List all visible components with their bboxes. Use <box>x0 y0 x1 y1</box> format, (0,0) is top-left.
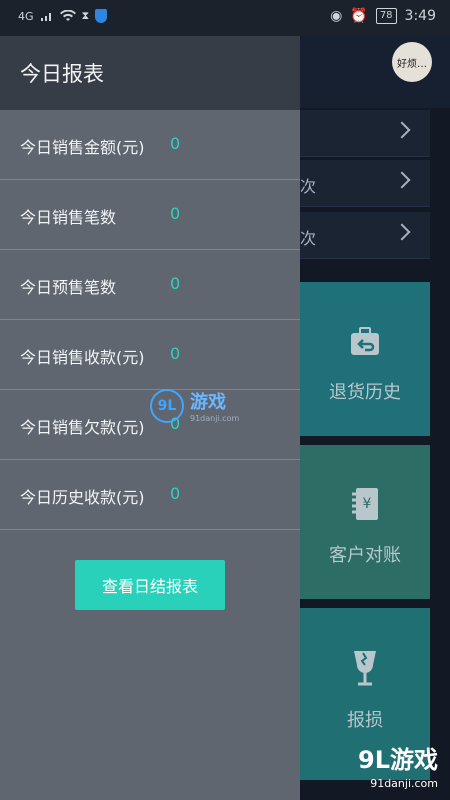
stat-value: 0 <box>170 204 181 223</box>
stat-value: 0 <box>170 484 181 503</box>
chevron-right-icon <box>393 121 411 139</box>
status-icons-right: ◉ ⏰ 78 3:49 <box>330 8 436 24</box>
broken-glass-icon <box>345 648 385 688</box>
tile-label: 客户对账 <box>329 545 401 566</box>
customer-reconciliation-tile[interactable]: ¥ 客户对账 <box>300 445 430 599</box>
status-bar: 4G ⧗ ◉ ⏰ 78 3:49 <box>0 0 450 36</box>
stat-row-sales-received: 今日销售收款(元) 0 <box>0 320 300 390</box>
eye-icon: ◉ <box>330 8 343 24</box>
watermark-bottom: 9L游戏 91danji.com <box>358 740 438 790</box>
stat-label: 今日销售金额(元) <box>20 138 145 157</box>
stat-label: 今日销售笔数 <box>20 208 117 227</box>
tile-label: 退货历史 <box>329 382 401 403</box>
stat-row-history-received: 今日历史收款(元) 0 <box>0 460 300 530</box>
watermark-text: 游戏 <box>190 392 226 413</box>
stat-row-sales-count: 今日销售笔数 0 <box>0 180 300 250</box>
battery-indicator: 78 <box>375 8 397 24</box>
watermark-bottom-url: 91danji.com <box>370 777 438 790</box>
drawer-title: 今日报表 <box>20 62 104 86</box>
background-row[interactable]: 次 <box>300 212 430 259</box>
stat-label: 今日销售收款(元) <box>20 348 145 367</box>
background-row[interactable]: 次 <box>300 160 430 207</box>
stat-row-presale-count: 今日预售笔数 0 <box>0 250 300 320</box>
stat-label: 今日销售欠款(元) <box>20 418 145 437</box>
alarm-icon: ⏰ <box>350 8 368 24</box>
stat-value: 0 <box>170 274 181 293</box>
background-row-label: 次 <box>300 177 317 196</box>
shield-icon <box>95 9 108 23</box>
return-bag-icon <box>345 322 385 362</box>
wifi-icon <box>59 10 76 21</box>
stat-label: 今日预售笔数 <box>20 278 117 297</box>
watermark-bottom-logo: 9L游戏 <box>358 746 438 774</box>
background-app: 好烦… 次 次 退货历史 ¥ 客户对账 报损 <box>300 36 450 800</box>
signal-icon <box>40 13 51 21</box>
chevron-right-icon <box>393 223 411 241</box>
hourglass-icon: ⧗ <box>81 9 90 22</box>
background-row[interactable] <box>300 110 430 157</box>
clock-time: 3:49 <box>404 8 436 24</box>
watermark-url: 91danji.com <box>190 414 240 423</box>
status-icons-left: 4G ⧗ <box>18 9 108 23</box>
svg-text:¥: ¥ <box>363 496 372 512</box>
stat-value: 0 <box>170 134 181 153</box>
watermark-center: 9L 游戏 91danji.com <box>150 388 239 423</box>
background-header: 好烦… <box>300 36 450 108</box>
stat-label: 今日历史收款(元) <box>20 488 145 507</box>
stat-value: 0 <box>170 344 181 363</box>
drawer-header: 今日报表 <box>0 36 300 110</box>
return-history-tile[interactable]: 退货历史 <box>300 282 430 436</box>
network-type: 4G <box>18 9 34 23</box>
view-daily-report-button[interactable]: 查看日结报表 <box>75 560 225 610</box>
yen-document-icon: ¥ <box>345 485 385 525</box>
watermark-logo: 9L <box>150 388 184 423</box>
avatar[interactable]: 好烦… <box>392 42 432 82</box>
chevron-right-icon <box>393 171 411 189</box>
tile-label: 报损 <box>347 710 383 731</box>
stat-row-sales-amount: 今日销售金额(元) 0 <box>0 110 300 180</box>
background-row-label: 次 <box>300 229 317 248</box>
